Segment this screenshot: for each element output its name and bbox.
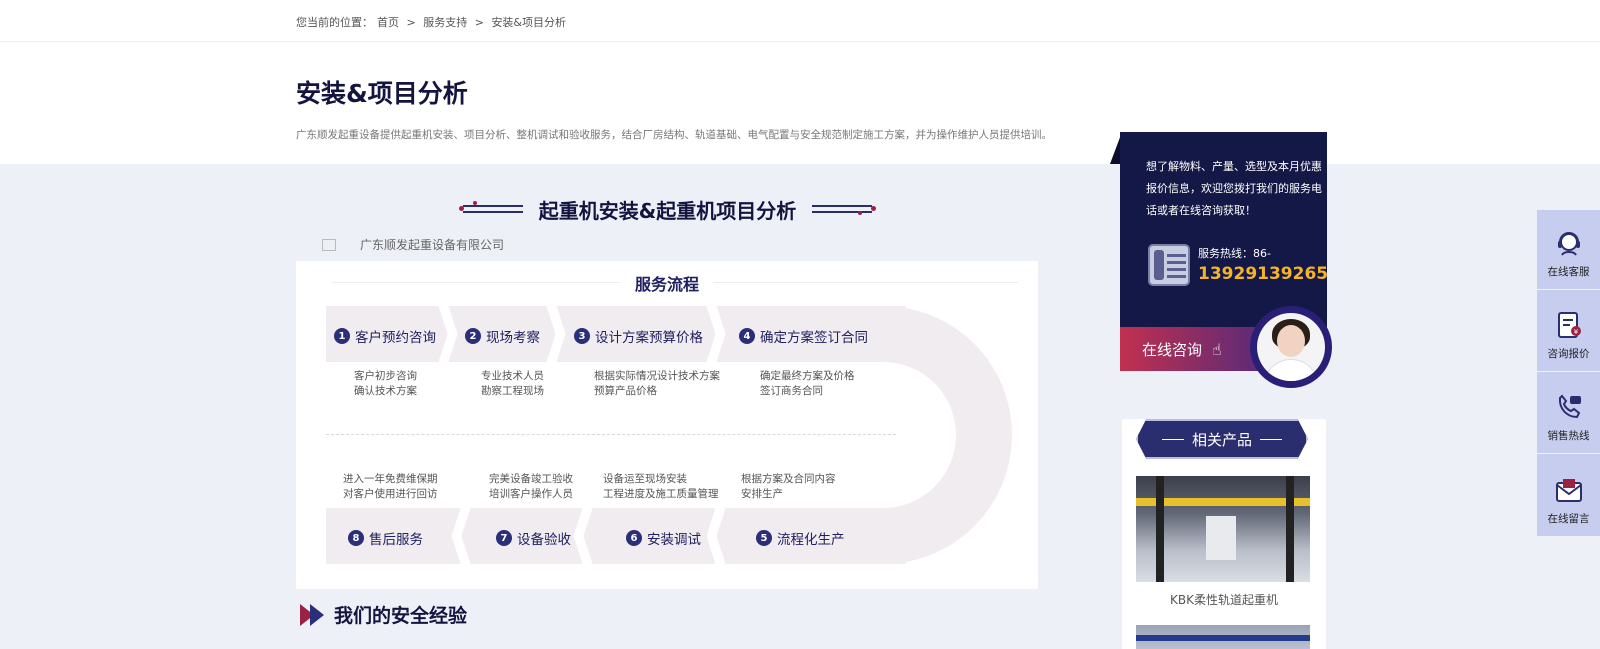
flow-step-4-desc: 确定最终方案及价格 签订商务合同 bbox=[760, 370, 855, 397]
breadcrumb-prefix: 您当前的位置： bbox=[296, 16, 373, 29]
flow-step-1: 1 客户预约咨询 bbox=[334, 326, 436, 346]
product-image[interactable] bbox=[1136, 625, 1310, 649]
breadcrumb-separator: > bbox=[406, 16, 416, 29]
double-arrow-icon bbox=[300, 603, 328, 626]
consult-text: 想了解物料、产量、选型及本月优惠报价信息，欢迎您拨打我们的服务电话或者在线咨询获… bbox=[1146, 160, 1322, 217]
page-description: 广东顺发起重设备提供起重机安装、项目分析、整机调试和验收服务，结合厂房结构、轨道… bbox=[296, 129, 1052, 141]
side-tool-message[interactable]: 在线留言 bbox=[1537, 456, 1600, 536]
flow-step-2-desc: 专业技术人员 勘察工程现场 bbox=[481, 370, 544, 397]
breadcrumb-bar: 您当前的位置： 首页 > 服务支持 > 安装&项目分析 bbox=[0, 0, 1600, 42]
consult-panel: 想了解物料、产量、选型及本月优惠报价信息，欢迎您拨打我们的服务电话或者在线咨询获… bbox=[1110, 132, 1332, 390]
hotline-label: 服务热线：86- bbox=[1198, 247, 1271, 260]
telephone-icon bbox=[1148, 244, 1190, 286]
flow-step-6: 6 安装调试 bbox=[626, 528, 701, 548]
mail-icon bbox=[1555, 479, 1582, 502]
related-products: 相关产品 KBK柔性轨道起重机 bbox=[1122, 419, 1326, 649]
pointer-hand-icon: ☝ bbox=[1212, 339, 1222, 359]
title-decoration-left bbox=[458, 201, 527, 216]
flow-step-8: 8 售后服务 bbox=[348, 528, 423, 548]
flow-step-4: 4 确定方案签订合同 bbox=[739, 326, 868, 346]
service-flow-card: 服务流程 1 客户预约咨询 2 现场考察 3 设计方案预算价格 4 确定方案签订合同 客… bbox=[296, 261, 1038, 589]
flow-step-8-desc: 进入一年免费维保期 对客户使用进行回访 bbox=[343, 473, 438, 500]
page-title: 安装&项目分析 bbox=[296, 79, 468, 108]
flow-step-5-desc: 根据方案及合同内容 安排生产 bbox=[741, 473, 836, 500]
flow-step-7: 7 设备验收 bbox=[496, 528, 571, 548]
breadcrumb: 您当前的位置： 首页 > 服务支持 > 安装&项目分析 bbox=[296, 14, 570, 30]
side-tool-hotline[interactable]: 销售热线 bbox=[1537, 374, 1600, 454]
flow-step-1-desc: 客户初步咨询 确认技术方案 bbox=[354, 370, 417, 397]
flow-step-3-desc: 根据实际情况设计技术方案 预算产品价格 bbox=[594, 370, 720, 397]
breadcrumb-service-link[interactable]: 服务支持 bbox=[423, 16, 467, 29]
product-image[interactable] bbox=[1136, 476, 1310, 582]
related-products-header: 相关产品 bbox=[1136, 419, 1308, 459]
flow-step-6-desc: 设备运至现场安装 工程进度及施工质量管理 bbox=[603, 473, 719, 500]
flow-step-7-desc: 完美设备竣工验收 培训客户操作人员 bbox=[489, 473, 573, 500]
quote-icon: ¥ bbox=[1557, 312, 1581, 338]
hotline-number[interactable]: 13929139265 bbox=[1198, 264, 1328, 284]
section-title: 起重机安装&起重机项目分析 bbox=[455, 193, 880, 225]
flow-divider bbox=[326, 434, 896, 435]
svg-text:¥: ¥ bbox=[1573, 328, 1578, 336]
flow-step-3: 3 设计方案预算价格 bbox=[574, 326, 703, 346]
side-tool-online-service[interactable]: 在线客服 bbox=[1537, 210, 1600, 290]
broken-image-icon bbox=[322, 239, 336, 251]
service-agent-avatar bbox=[1250, 306, 1332, 388]
title-decoration-right bbox=[808, 202, 877, 216]
breadcrumb-current: 安装&项目分析 bbox=[491, 16, 567, 29]
headset-icon bbox=[1557, 232, 1580, 256]
flow-step-2: 2 现场考察 bbox=[465, 326, 540, 346]
side-tool-quote[interactable]: ¥ 咨询报价 bbox=[1537, 292, 1600, 372]
online-consult-button[interactable]: 在线咨询 ☝ bbox=[1120, 327, 1270, 371]
image-alt-text: 广东顺发起重设备有限公司 bbox=[360, 238, 505, 252]
breadcrumb-home-link[interactable]: 首页 bbox=[377, 16, 399, 29]
section-heading: 起重机安装&起重机项目分析 bbox=[538, 198, 797, 223]
phone-icon bbox=[1558, 394, 1581, 419]
page-hero: 安装&项目分析 广东顺发起重设备提供起重机安装、项目分析、整机调试和验收服务，结… bbox=[0, 42, 1600, 164]
product-name[interactable]: KBK柔性轨道起重机 bbox=[1122, 591, 1326, 608]
experience-heading: 我们的安全经验 bbox=[300, 601, 467, 628]
floating-tool-bar: 在线客服 ¥ 咨询报价 销售热线 在线留言 bbox=[1537, 210, 1600, 536]
flow-title: 服务流程 bbox=[296, 271, 1038, 295]
breadcrumb-separator: > bbox=[474, 16, 484, 29]
broken-image: 广东顺发起重设备有限公司 bbox=[322, 236, 504, 253]
flow-step-5: 5 流程化生产 bbox=[756, 528, 845, 548]
